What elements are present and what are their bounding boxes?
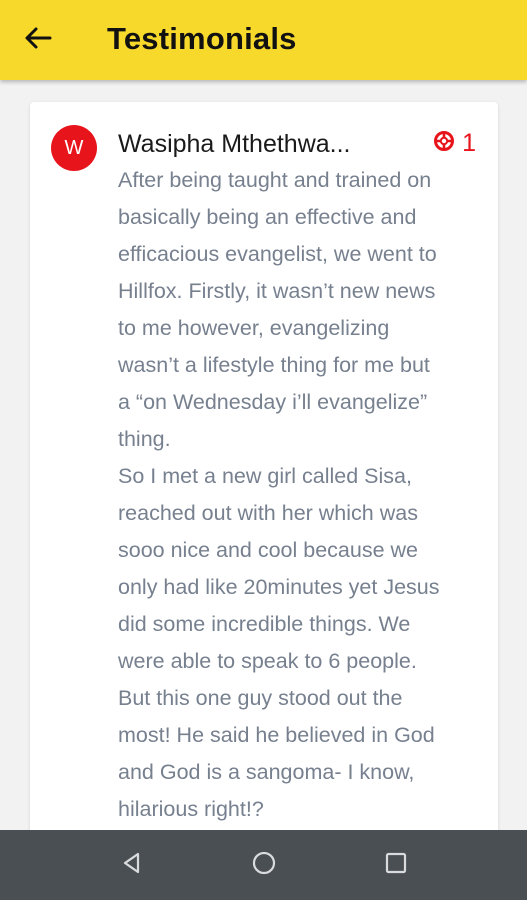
triangle-back-icon [120,851,144,880]
testimonial-text-line: efficacious evangelist, we went to [118,242,437,266]
testimonial-text-line: But this one guy stood out the [118,686,403,710]
testimonial-text: After being taught and trained on basical… [118,162,488,828]
app-bar: Testimonials [0,0,527,80]
testimonial-text-line: Hillfox. Firstly, it wasn’t new news [118,279,436,303]
circle-home-icon [251,850,277,881]
system-home-button[interactable] [244,845,284,885]
testimonial-text-line: After being taught and trained on [118,168,432,192]
testimonial-text-line: and God is a sangoma- I know, [118,760,415,784]
testimonial-text-line: reached out with her which was [118,501,418,525]
testimonial-text-line: were able to speak to 6 people. [118,649,417,673]
arrow-left-icon [24,26,52,55]
avatar: W [51,125,97,171]
square-recents-icon [385,852,407,879]
testimonial-text-line: sooo nice and cool because we [118,538,419,562]
system-navigation-bar [0,830,527,900]
lifebuoy-icon [433,130,462,157]
testimonials-list[interactable]: W Wasipha Mthethwa... 1 After being taug… [0,80,527,830]
testimonial-text-line: a “on Wednesday i’ll evangelize” [118,390,428,414]
author-name: Wasipha Mthethwa... [118,130,351,158]
system-back-button[interactable] [112,845,152,885]
testimonial-text-line: basically being an effective and [118,205,417,229]
reaction-count: 1 [462,128,476,157]
testimonial-text-line: hilarious right!? [118,797,264,821]
testimonial-text-line: to me however, evangelizing [118,316,390,340]
testimonial-text-line: wasn’t a lifestyle thing for me but [118,353,430,377]
reaction-counter[interactable]: 1 [433,128,476,158]
testimonial-card: W Wasipha Mthethwa... 1 After being taug… [30,102,498,830]
page-title: Testimonials [107,21,297,56]
testimonial-text-line: thing. [118,427,171,451]
testimonial-text-line: only had like 20minutes yet Jesus [118,575,440,599]
testimonial-text-line: did some incredible things. We [118,612,411,636]
testimonial-text-line: most! He said he believed in God [118,723,435,747]
back-button[interactable] [14,18,62,62]
system-recents-button[interactable] [376,845,416,885]
testimonial-text-line: So I met a new girl called Sisa, [118,464,412,488]
